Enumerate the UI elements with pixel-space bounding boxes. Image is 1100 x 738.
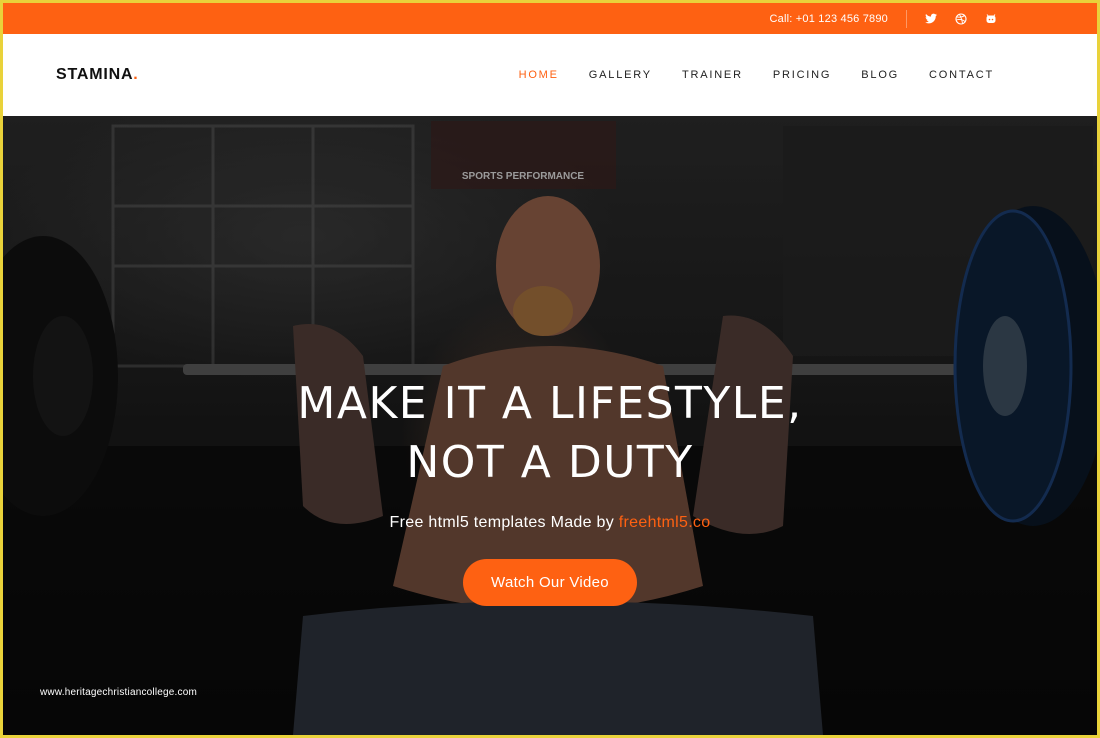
topbar-divider [906,9,907,28]
hero-subtitle: Free html5 templates Made by freehtml5.c… [390,514,711,532]
nav-trainer[interactable]: TRAINER [682,69,743,81]
nav-home[interactable]: HOME [519,69,559,81]
logo-dot: . [133,66,139,83]
site-logo[interactable]: STAMINA. [56,66,139,84]
nav-blog[interactable]: BLOG [861,69,899,81]
social-links [925,12,997,25]
hero-headline-line1: MAKE IT A LIFESTYLE, [297,378,803,429]
twitter-icon[interactable] [925,13,937,25]
watch-video-button[interactable]: Watch Our Video [463,559,637,606]
main-navbar: STAMINA. HOME GALLERY TRAINER PRICING BL… [3,34,1097,116]
nav-gallery[interactable]: GALLERY [589,69,652,81]
top-bar: Call: +01 123 456 7890 [3,3,1097,34]
logo-text: STAMINA [56,66,134,83]
hero-headline: MAKE IT A LIFESTYLE, NOT A DUTY [297,374,802,492]
hero-section: SPORTS PERFORMANCE MAKE IT A LIFESTYLE, … [3,116,1097,735]
page-frame: Call: +01 123 456 7890 STAMINA. HOME GAL… [3,3,1097,735]
nav-contact[interactable]: CONTACT [929,69,994,81]
dribbble-icon[interactable] [955,12,967,25]
hero-subtitle-text: Free html5 templates Made by [389,514,619,531]
freehtml5-link[interactable]: freehtml5.co [619,514,711,531]
github-icon[interactable] [985,13,997,25]
hero-content: MAKE IT A LIFESTYLE, NOT A DUTY Free htm… [3,116,1097,735]
nav-pricing[interactable]: PRICING [773,69,831,81]
hero-headline-line2: NOT A DUTY [406,437,694,488]
main-menu: HOME GALLERY TRAINER PRICING BLOG CONTAC… [519,69,994,81]
phone-number: Call: +01 123 456 7890 [769,12,888,25]
watermark-text: www.heritagechristiancollege.com [40,687,198,698]
